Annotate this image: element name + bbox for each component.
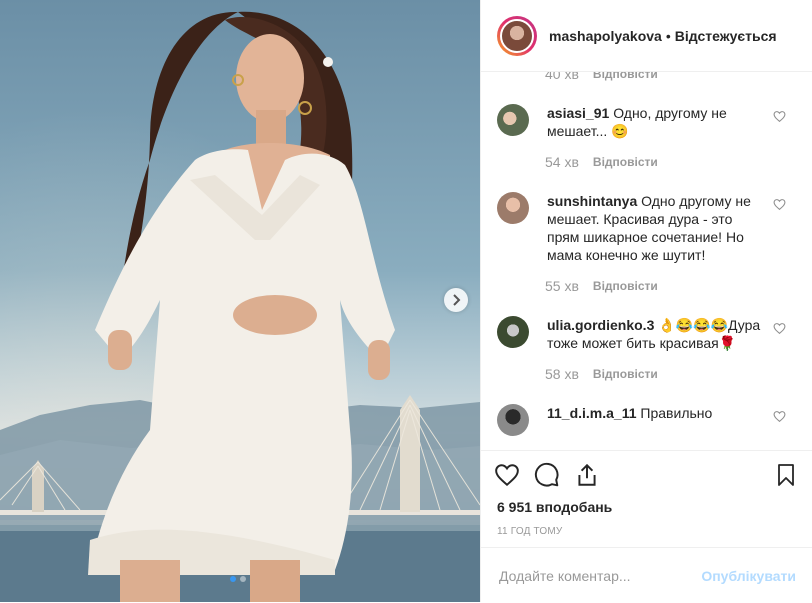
following-button[interactable]: Відстежується <box>675 28 777 44</box>
comment-meta: 40 хв Відповісти <box>545 72 812 82</box>
commenter-username[interactable]: ulia.gordienko.3 <box>547 317 654 333</box>
share-button[interactable] <box>573 461 601 489</box>
reply-button[interactable]: Відповісти <box>593 72 658 81</box>
comment-icon <box>534 462 559 487</box>
author-username[interactable]: mashapolyakova <box>549 28 662 44</box>
likes-count[interactable]: 6 951 вподобань <box>481 499 812 515</box>
commenter-username[interactable]: sunshintanya <box>547 193 637 209</box>
commenter-avatar[interactable] <box>497 192 529 224</box>
instagram-post: mashapolyakova • Відстежується 40 хв Від… <box>0 0 812 602</box>
comment-item: 11_d.i.m.a_11 Правильно <box>481 404 812 436</box>
post-actions: 6 951 вподобань 11 ГОД ТОМУ Опублікувати <box>481 450 812 603</box>
reply-button[interactable]: Відповісти <box>593 279 658 293</box>
reply-button[interactable]: Відповісти <box>593 155 658 169</box>
commenter-username[interactable]: 11_d.i.m.a_11 <box>547 405 637 421</box>
comment-meta: 58 хв Відповісти <box>545 366 812 382</box>
comment-body: ulia.gordienko.3 👌😂😂😂Дура тоже может бит… <box>547 316 761 352</box>
comment-item: sunshintanya Одно другому не мешает. Кра… <box>481 192 812 264</box>
like-comment-icon[interactable] <box>773 110 786 123</box>
action-bar <box>481 451 812 499</box>
carousel-dot-2 <box>240 576 246 582</box>
header-separator: • <box>665 27 671 44</box>
comment-body: asiasi_91 Одно, другому не мешает... 😊 <box>547 104 761 140</box>
post-photo[interactable] <box>0 0 480 602</box>
comment-body: 11_d.i.m.a_11 Правильно <box>547 404 761 436</box>
reply-button[interactable]: Відповісти <box>593 367 658 381</box>
author-avatar[interactable] <box>500 18 534 53</box>
comment-time: 54 хв <box>545 154 579 170</box>
comment-item: asiasi_91 Одно, другому не мешает... 😊 <box>481 104 812 140</box>
bookmark-icon <box>778 464 794 486</box>
comments-list[interactable]: 40 хв Відповісти asiasi_91 Одно, другому… <box>481 72 812 450</box>
share-icon <box>578 463 596 486</box>
comment-button[interactable] <box>533 461 561 489</box>
chevron-right-icon <box>453 294 461 306</box>
commenter-avatar[interactable] <box>497 316 529 348</box>
photo-scene <box>0 11 480 602</box>
post-side-panel: mashapolyakova • Відстежується 40 хв Від… <box>480 0 812 602</box>
save-button[interactable] <box>772 461 800 489</box>
comment-body: sunshintanya Одно другому не мешает. Кра… <box>547 192 761 264</box>
comment-text: Правильно <box>640 405 713 421</box>
commenter-avatar[interactable] <box>497 104 529 136</box>
add-comment-section: Опублікувати <box>481 547 812 603</box>
comment-input[interactable] <box>497 566 701 585</box>
like-comment-icon[interactable] <box>773 198 786 211</box>
carousel-dot-1 <box>230 576 236 582</box>
story-ring[interactable] <box>497 15 537 56</box>
publish-button[interactable]: Опублікувати <box>701 568 796 584</box>
commenter-avatar[interactable] <box>497 404 529 436</box>
comment-meta: 55 хв Відповісти <box>545 278 812 294</box>
comment-time: 55 хв <box>545 278 579 294</box>
like-comment-icon[interactable] <box>773 410 786 423</box>
like-button[interactable] <box>493 461 521 489</box>
heart-icon <box>495 464 519 487</box>
post-header: mashapolyakova • Відстежується <box>481 0 812 72</box>
comment-time: 58 хв <box>545 366 579 382</box>
post-time[interactable]: 11 ГОД ТОМУ <box>481 526 812 537</box>
comment-time: 40 хв <box>545 72 579 82</box>
commenter-username[interactable]: asiasi_91 <box>547 105 609 121</box>
comment-meta: 54 хв Відповісти <box>545 154 812 170</box>
comment-item: ulia.gordienko.3 👌😂😂😂Дура тоже может бит… <box>481 316 812 352</box>
next-photo-button[interactable] <box>444 288 468 312</box>
like-comment-icon[interactable] <box>773 322 786 335</box>
carousel-indicator <box>230 576 246 582</box>
